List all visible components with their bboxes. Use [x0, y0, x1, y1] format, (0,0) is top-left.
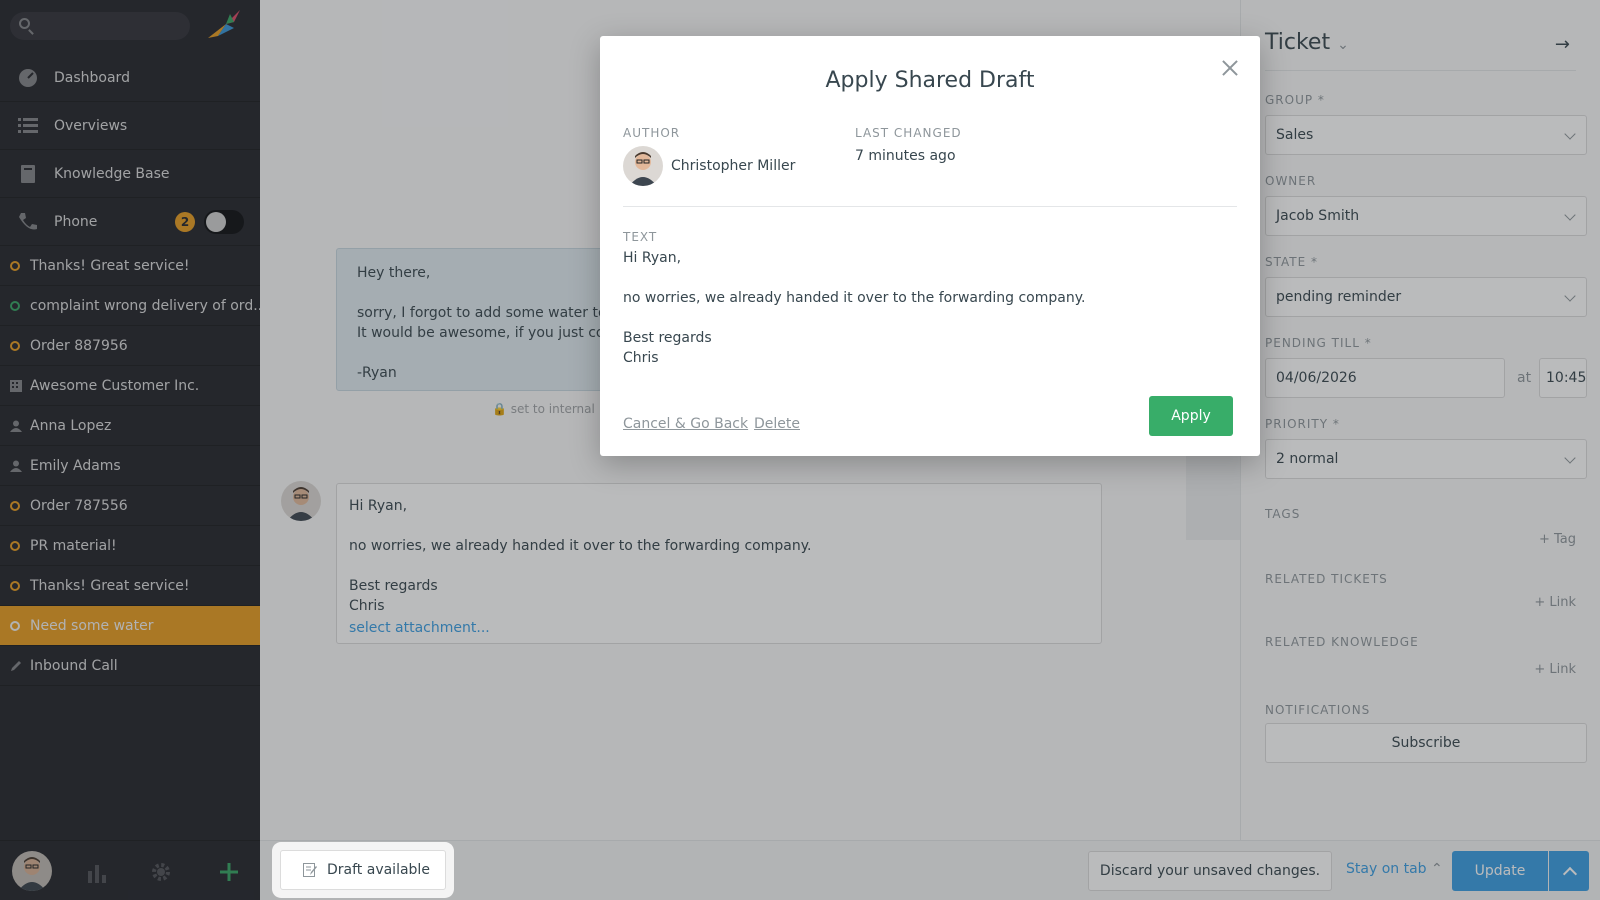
author-label: AUTHOR — [623, 126, 681, 140]
divider — [623, 206, 1237, 207]
related-tickets-label: RELATED TICKETS — [1265, 572, 1388, 586]
discard-changes-button[interactable]: Discard your unsaved changes. — [1088, 851, 1332, 891]
stay-on-tab-label: Stay on tab — [1346, 861, 1427, 877]
group-value: Sales — [1276, 127, 1314, 143]
chevron-down-icon: ⌄ — [1337, 37, 1349, 53]
delete-draft-link[interactable]: Delete — [754, 416, 800, 432]
state-select[interactable]: pending reminder — [1265, 277, 1587, 317]
notifications-label: NOTIFICATIONS — [1265, 703, 1371, 717]
owner-label: OWNER — [1265, 174, 1317, 188]
arrow-right-icon[interactable]: → — [1555, 34, 1570, 55]
priority-value: 2 normal — [1276, 451, 1339, 467]
author-avatar — [623, 146, 663, 186]
related-knowledge-label: RELATED KNOWLEDGE — [1265, 635, 1419, 649]
at-label: at — [1517, 370, 1532, 386]
tags-label: TAGS — [1265, 507, 1301, 521]
last-changed-label: LAST CHANGED — [855, 126, 962, 140]
owner-value: Jacob Smith — [1276, 208, 1360, 224]
pending-time-input[interactable]: 10:45 — [1539, 358, 1587, 398]
draft-icon — [303, 863, 317, 877]
update-options-button[interactable] — [1549, 851, 1589, 891]
priority-label: PRIORITY * — [1265, 417, 1340, 431]
divider — [1265, 70, 1576, 71]
draft-available-button[interactable]: Draft available — [280, 850, 446, 890]
state-value: pending reminder — [1276, 289, 1402, 305]
select-attachment-link[interactable]: select attachment... — [349, 618, 1089, 638]
chevron-down-icon — [1564, 128, 1576, 140]
ticket-panel-title-text: Ticket — [1265, 30, 1331, 55]
close-icon[interactable] — [1220, 58, 1240, 78]
ticket-panel-title[interactable]: Ticket ⌄ — [1265, 30, 1349, 55]
apply-shared-draft-modal: Apply Shared Draft AUTHOR Christopher Mi… — [600, 36, 1260, 456]
link-knowledge-link[interactable]: + Link — [1534, 662, 1576, 677]
pending-date-input[interactable]: 04/06/2026 — [1265, 358, 1505, 398]
ticket-sidebar: Ticket ⌄ → GROUP * Sales OWNER Jacob Smi… — [1240, 0, 1600, 840]
pending-time-value: 10:45 — [1546, 370, 1587, 386]
agent-avatar — [281, 481, 321, 521]
chevron-down-icon — [1564, 452, 1576, 464]
update-button[interactable]: Update — [1452, 851, 1548, 891]
state-label: STATE * — [1265, 255, 1319, 269]
pending-date-value: 04/06/2026 — [1276, 370, 1357, 386]
subscribe-button[interactable]: Subscribe — [1265, 723, 1587, 763]
apply-button[interactable]: Apply — [1149, 396, 1233, 436]
set-internal-link[interactable]: 🔒 set to internal — [492, 402, 595, 416]
draft-available-label: Draft available — [327, 862, 430, 878]
owner-select[interactable]: Jacob Smith — [1265, 196, 1587, 236]
link-ticket-link[interactable]: + Link — [1534, 595, 1576, 610]
reply-editor[interactable]: Hi Ryan, no worries, we already handed i… — [336, 483, 1102, 644]
draft-text: Hi Ryan, no worries, we already handed i… — [623, 250, 1086, 366]
ticket-action-bar: Discard your unsaved changes. Stay on ta… — [260, 840, 1600, 900]
modal-title: Apply Shared Draft — [825, 68, 1035, 93]
chevron-up-icon: ⌃ — [1431, 861, 1443, 877]
lock-icon: 🔒 — [492, 402, 507, 416]
reply-text[interactable]: Hi Ryan, no worries, we already handed i… — [349, 496, 1089, 616]
group-label: GROUP * — [1265, 93, 1325, 107]
sidebar: Dashboard Overviews Knowledge Base Phone… — [0, 0, 260, 900]
chevron-down-icon — [1564, 209, 1576, 221]
author-name: Christopher Miller — [671, 158, 796, 174]
last-changed-value: 7 minutes ago — [855, 148, 956, 164]
stay-on-tab-select[interactable]: Stay on tab ⌃ — [1346, 861, 1443, 877]
priority-select[interactable]: 2 normal — [1265, 439, 1587, 479]
group-select[interactable]: Sales — [1265, 115, 1587, 155]
cancel-go-back-link[interactable]: Cancel & Go Back — [623, 416, 748, 432]
text-label: TEXT — [623, 230, 658, 244]
pending-till-label: PENDING TILL * — [1265, 336, 1372, 350]
set-internal-label: set to internal — [510, 402, 595, 416]
add-tag-link[interactable]: + Tag — [1539, 532, 1576, 547]
chevron-down-icon — [1564, 290, 1576, 302]
